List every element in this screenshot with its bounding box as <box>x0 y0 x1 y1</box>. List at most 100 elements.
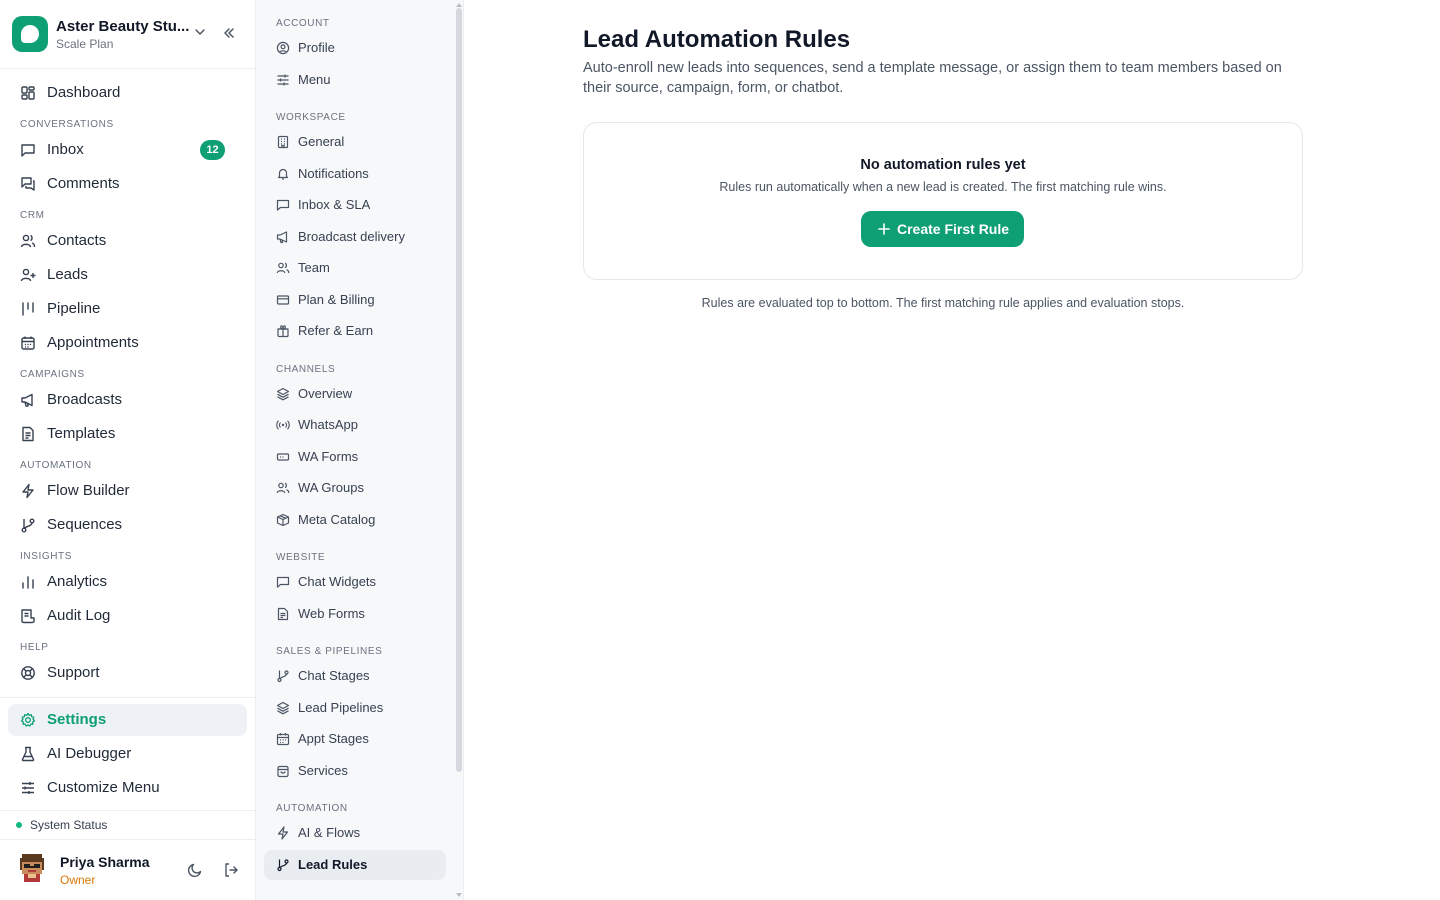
subnav-section-channels: CHANNELS <box>276 364 336 375</box>
subnav-lead-rules[interactable]: Lead Rules <box>264 850 446 880</box>
git-branch-icon <box>277 859 289 872</box>
collapse-sidebar-icon[interactable] <box>221 25 237 41</box>
subnav-services[interactable]: Services <box>264 756 446 786</box>
moon-icon[interactable] <box>187 862 203 878</box>
subnav-label: Lead Pipelines <box>298 700 384 715</box>
create-first-rule-label: Create First Rule <box>897 221 1010 237</box>
life-buoy-icon <box>21 666 35 680</box>
radio-waves-icon <box>276 420 290 430</box>
nav-settings[interactable]: Settings <box>8 704 247 736</box>
page-description: Auto-enroll new leads into sequences, se… <box>583 60 1282 96</box>
chevron-down-icon[interactable] <box>193 25 207 39</box>
nav-contacts[interactable]: Contacts <box>8 225 247 257</box>
zap-icon <box>22 483 34 499</box>
nav-pipeline[interactable]: Pipeline <box>8 293 247 325</box>
nav-customize-menu[interactable]: Customize Menu <box>8 772 247 804</box>
subnav-label: WhatsApp <box>298 417 358 432</box>
nav-broadcasts[interactable]: Broadcasts <box>8 384 247 416</box>
main-content: Lead Automation Rules Auto-enroll new le… <box>464 0 1440 900</box>
subnav-general[interactable]: General <box>264 127 446 157</box>
nav-label: AI Debugger <box>47 745 132 762</box>
subnav-profile[interactable]: Profile <box>264 33 446 63</box>
subnav-refer-earn[interactable]: Refer & Earn <box>264 316 446 346</box>
form-input-icon <box>276 453 290 461</box>
subnav-meta-catalog[interactable]: Meta Catalog <box>264 505 446 535</box>
avatar[interactable] <box>16 852 48 884</box>
subnav-label: Appt Stages <box>298 731 369 746</box>
subnav-label: Inbox & SLA <box>298 197 371 212</box>
nav-dashboard[interactable]: Dashboard <box>8 77 247 109</box>
git-branch-icon <box>277 670 289 683</box>
bell-icon <box>277 168 289 180</box>
nav-label: Templates <box>47 425 116 442</box>
subnav-wa-forms[interactable]: WA Forms <box>264 442 446 472</box>
megaphone-icon <box>276 231 288 244</box>
subnav-overview[interactable]: Overview <box>264 379 446 409</box>
nav-comments[interactable]: Comments <box>8 168 247 200</box>
subnav-appt-stages[interactable]: Appt Stages <box>264 724 446 754</box>
message-square-icon <box>21 144 35 157</box>
dashboard-icon <box>21 86 35 100</box>
subnav-label: Meta Catalog <box>298 512 376 527</box>
logout-icon[interactable] <box>223 862 239 878</box>
subnav-plan-billing[interactable]: Plan & Billing <box>264 285 446 315</box>
nav-support[interactable]: Support <box>8 657 247 689</box>
credit-card-icon <box>276 295 290 305</box>
nav-analytics[interactable]: Analytics <box>8 566 247 598</box>
subnav-label: General <box>298 134 345 149</box>
subnav-notifications[interactable]: Notifications <box>264 159 446 189</box>
subnav-web-forms[interactable]: Web Forms <box>264 599 446 629</box>
create-first-rule-button[interactable]: Create First Rule <box>861 211 1024 247</box>
section-crm: CRM <box>20 210 45 221</box>
megaphone-icon <box>21 393 33 407</box>
system-status-link[interactable]: System Status <box>30 818 107 832</box>
subnav-broadcast-delivery[interactable]: Broadcast delivery <box>264 222 446 252</box>
nav-label: Contacts <box>47 232 107 249</box>
nav-audit-log[interactable]: Audit Log <box>8 600 247 632</box>
building-icon <box>277 135 289 149</box>
nav-leads[interactable]: Leads <box>8 259 247 291</box>
subnav-label: WA Forms <box>298 449 359 464</box>
subnav-chat-stages[interactable]: Chat Stages <box>264 661 446 691</box>
calendar-icon <box>276 733 290 746</box>
empty-state-title: No automation rules yet <box>860 157 1026 173</box>
subnav-section-automation: AUTOMATION <box>276 803 348 814</box>
nav-appointments[interactable]: Appointments <box>8 327 247 359</box>
subnav-lead-pipelines[interactable]: Lead Pipelines <box>264 693 446 723</box>
empty-state-card: No automation rules yet Rules run automa… <box>583 122 1303 280</box>
subnav-inbox-sla[interactable]: Inbox & SLA <box>264 190 446 220</box>
nav-inbox[interactable]: Inbox 12 <box>8 134 247 166</box>
layers-icon <box>276 387 290 401</box>
workspace-switcher[interactable]: Aster Beauty Stu... Scale Plan <box>0 0 255 69</box>
workspace-name: Aster Beauty Stu... <box>56 18 190 35</box>
subnav-ai-flows[interactable]: AI & Flows <box>264 818 446 848</box>
subnav-label: Notifications <box>298 166 369 181</box>
subnav-label: Web Forms <box>298 606 365 621</box>
empty-state-subtitle: Rules run automatically when a new lead … <box>719 180 1167 194</box>
subnav-section-sales: SALES & PIPELINES <box>276 646 383 657</box>
subnav-wa-groups[interactable]: WA Groups <box>264 473 446 503</box>
subnav-label: Profile <box>298 40 335 55</box>
calendar-icon <box>21 336 35 350</box>
nav-ai-debugger[interactable]: AI Debugger <box>8 738 247 770</box>
nav-flow-builder[interactable]: Flow Builder <box>8 475 247 507</box>
kanban-icon <box>22 302 34 316</box>
subnav-label: AI & Flows <box>298 825 361 840</box>
nav-label: Flow Builder <box>47 482 130 499</box>
nav-sequences[interactable]: Sequences <box>8 509 247 541</box>
subnav-whatsapp[interactable]: WhatsApp <box>264 410 446 440</box>
subnav-section-workspace: WORKSPACE <box>276 112 346 123</box>
subnav-chat-widgets[interactable]: Chat Widgets <box>264 567 446 597</box>
messages-icon <box>21 177 35 191</box>
subnav-team[interactable]: Team <box>264 253 446 283</box>
nav-templates[interactable]: Templates <box>8 418 247 450</box>
user-role: Owner <box>60 873 96 887</box>
subnav-label: Services <box>298 763 348 778</box>
subnav-scrollbar-thumb[interactable] <box>456 8 462 772</box>
workspace-plan: Scale Plan <box>56 37 114 51</box>
page-title: Lead Automation Rules <box>583 26 851 53</box>
subnav-label: Menu <box>298 72 331 87</box>
scroll-down-arrow-icon[interactable] <box>455 892 463 898</box>
user-plus-icon <box>20 268 36 282</box>
subnav-menu[interactable]: Menu <box>264 65 446 95</box>
